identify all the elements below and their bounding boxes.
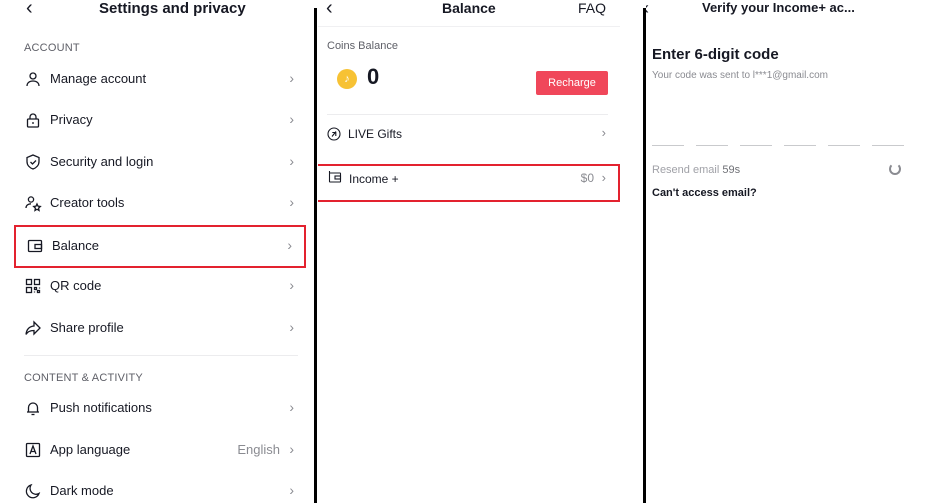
settings-item-label: Security and login: [50, 154, 154, 169]
chevron-right-icon: ›: [289, 319, 294, 335]
coins-balance-value: 0: [367, 64, 380, 89]
back-button[interactable]: ‹: [26, 0, 33, 18]
lock-icon: [26, 113, 40, 128]
moon-icon: [25, 483, 41, 499]
settings-item-label: Creator tools: [50, 195, 125, 210]
settings-item-creator-tools[interactable]: Creator tools ›: [14, 185, 306, 221]
code-digit-field[interactable]: [696, 145, 728, 146]
live-gifts-row[interactable]: LIVE Gifts ›: [318, 116, 620, 152]
creator-tools-icon: [25, 196, 42, 212]
settings-header: ‹ Settings and privacy: [0, 0, 314, 18]
panel-divider: [314, 8, 317, 503]
chevron-right-icon: ›: [289, 153, 294, 169]
code-sent-text: Your code was sent to l***1@gmail.com: [652, 70, 828, 81]
wallet-icon: [27, 239, 43, 253]
back-button[interactable]: ‹: [646, 0, 649, 17]
code-digit-field[interactable]: [652, 145, 684, 146]
faq-link[interactable]: FAQ: [578, 0, 606, 16]
coins-balance-label: Coins Balance: [327, 40, 398, 52]
code-digit-field[interactable]: [872, 145, 904, 146]
page-title: Balance: [442, 0, 496, 16]
settings-item-balance[interactable]: Balance ›: [14, 225, 306, 268]
chevron-right-icon: ›: [601, 170, 606, 185]
settings-item-label: Balance: [52, 238, 99, 253]
settings-item-app-language[interactable]: App language English ›: [14, 432, 306, 468]
income-value: $0: [580, 171, 594, 185]
language-value: English: [237, 442, 280, 457]
settings-item-share-profile[interactable]: Share profile ›: [14, 310, 306, 346]
divider: [24, 355, 298, 356]
page-title: Settings and privacy: [99, 0, 246, 17]
settings-item-label: Manage account: [50, 71, 147, 86]
shield-icon: [26, 154, 40, 170]
chevron-right-icon: ›: [289, 399, 294, 415]
code-digit-field[interactable]: [740, 145, 772, 146]
settings-item-label: App language: [50, 442, 131, 457]
chevron-right-icon: ›: [289, 482, 294, 498]
settings-item-label: Privacy: [50, 112, 93, 127]
income-wallet-icon: [328, 171, 342, 183]
chevron-right-icon: ›: [289, 194, 294, 210]
header-divider: [318, 26, 620, 27]
section-header-account: ACCOUNT: [24, 42, 80, 54]
settings-item-security[interactable]: Security and login ›: [14, 144, 306, 180]
settings-item-label: QR code: [50, 278, 102, 293]
settings-item-qr-code[interactable]: QR code ›: [14, 268, 306, 304]
share-icon: [25, 320, 41, 336]
verify-panel: ‹ Verify your Income+ ac... Enter 6-digi…: [646, 0, 929, 503]
settings-item-label: Share profile: [50, 320, 124, 335]
code-digit-field[interactable]: [784, 145, 816, 146]
settings-panel: ‹ Settings and privacy ACCOUNT Manage ac…: [0, 0, 314, 503]
settings-item-dark-mode[interactable]: Dark mode ›: [14, 473, 306, 503]
income-plus-row[interactable]: Income + $0 ›: [318, 164, 620, 202]
chevron-right-icon: ›: [289, 277, 294, 293]
language-icon: [25, 442, 41, 458]
resend-timer: 59s: [722, 164, 741, 176]
loading-spinner-icon: [889, 163, 901, 175]
back-button[interactable]: ‹: [326, 0, 333, 18]
bell-icon: [27, 402, 39, 416]
gift-icon: [327, 127, 341, 141]
settings-item-label: Push notifications: [50, 400, 152, 415]
chevron-right-icon: ›: [287, 237, 292, 253]
balance-panel: ‹ Balance FAQ Coins Balance ♪ 0 Recharge…: [318, 0, 620, 503]
coin-icon: ♪: [337, 69, 357, 89]
settings-item-push-notifications[interactable]: Push notifications ›: [14, 390, 306, 426]
chevron-right-icon: ›: [289, 111, 294, 127]
chevron-right-icon: ›: [289, 441, 294, 457]
code-heading: Enter 6-digit code: [652, 46, 779, 63]
person-icon: [26, 72, 40, 87]
cant-access-email-link[interactable]: Can't access email?: [652, 187, 757, 199]
chevron-right-icon: ›: [601, 125, 606, 140]
section-header-content: CONTENT & ACTIVITY: [24, 372, 143, 384]
settings-item-label: Dark mode: [50, 483, 114, 498]
settings-item-manage-account[interactable]: Manage account ›: [14, 61, 306, 97]
recharge-button[interactable]: Recharge: [536, 71, 608, 95]
qr-code-icon: [25, 278, 41, 294]
resend-email-label: Resend email: [652, 164, 720, 176]
page-title: Verify your Income+ ac...: [702, 0, 855, 15]
income-plus-label: Income +: [349, 172, 399, 186]
resend-email-status: Resend email 59s: [652, 164, 740, 176]
settings-item-privacy[interactable]: Privacy ›: [14, 102, 306, 138]
code-digit-field[interactable]: [828, 145, 860, 146]
divider: [327, 114, 608, 115]
live-gifts-label: LIVE Gifts: [348, 127, 403, 141]
chevron-right-icon: ›: [289, 70, 294, 86]
